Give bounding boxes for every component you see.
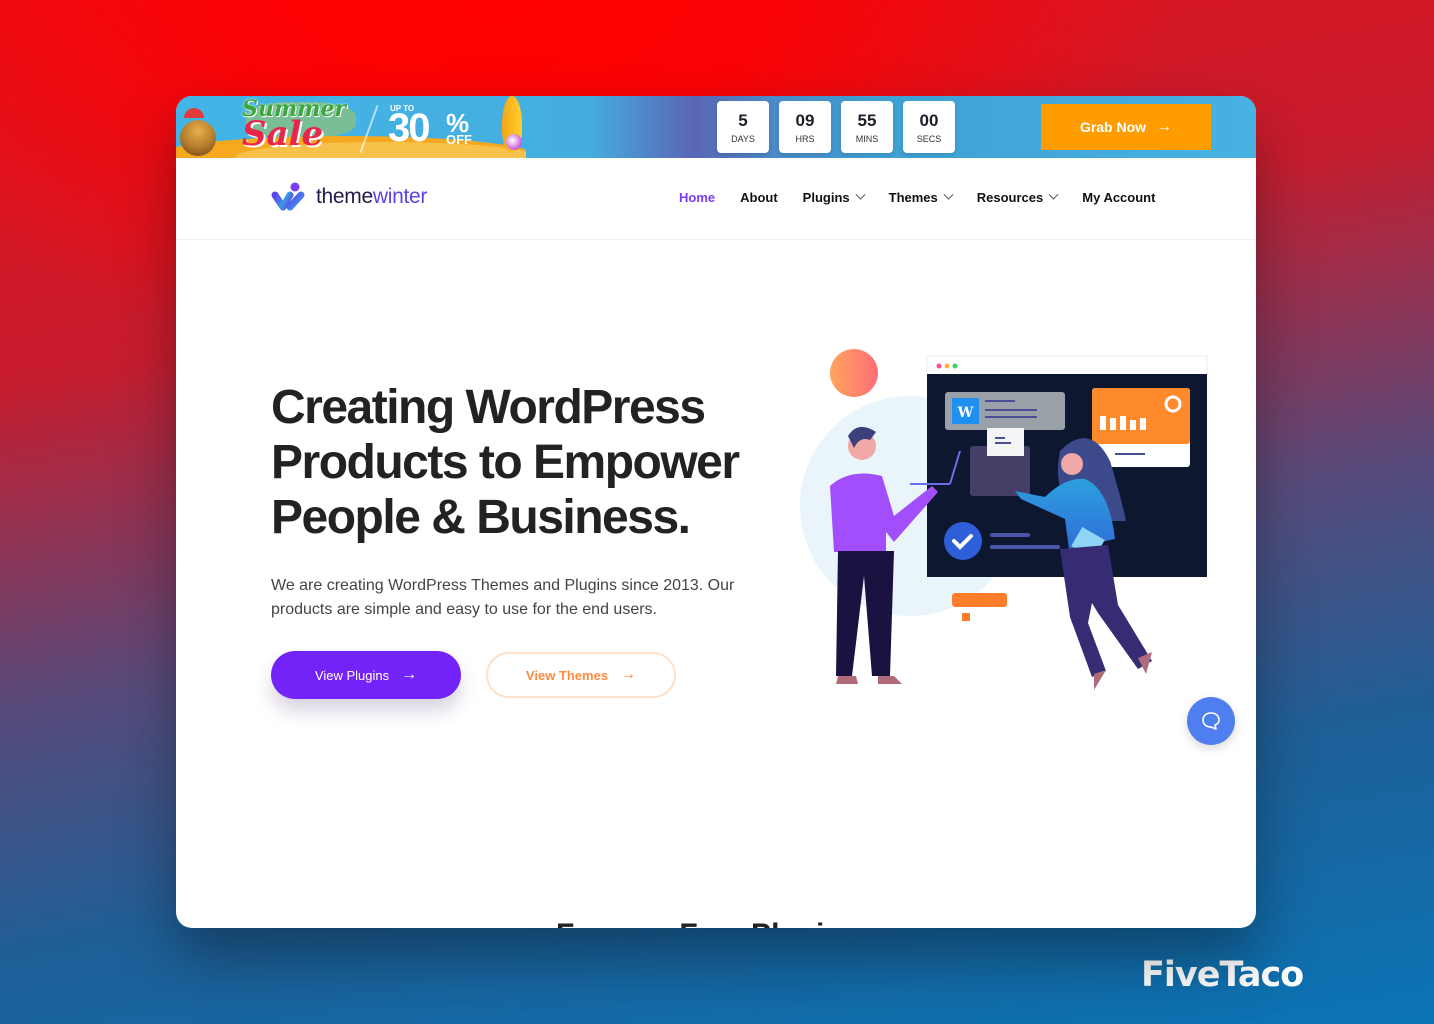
site-logo[interactable]: themewinter <box>270 182 427 212</box>
arrow-right-icon: → <box>620 666 637 683</box>
nav-plugins[interactable]: Plugins <box>802 189 866 205</box>
view-themes-label: View Themes <box>525 667 609 683</box>
browser-window: Summer Sale UP TO 30 % OFF 5 DAYS 09 HRS… <box>176 96 1256 928</box>
countdown-value: 00 <box>919 110 939 130</box>
off-label: OFF <box>446 132 472 147</box>
nav-label: Resources <box>976 190 1044 205</box>
countdown-hours: 09 HRS <box>779 101 831 153</box>
sun-circle <box>830 349 878 397</box>
chevron-down-icon <box>855 189 866 200</box>
chat-bubble-icon <box>1202 712 1220 730</box>
promo-banner: Summer Sale UP TO 30 % OFF 5 DAYS 09 HRS… <box>176 96 1256 158</box>
grab-now-button[interactable]: Grab Now → <box>1041 104 1211 150</box>
window-titlebar <box>926 355 1208 377</box>
countdown-value: 09 <box>795 110 815 130</box>
nav-my-account[interactable]: My Account <box>1082 190 1155 205</box>
countdown-minutes: 55 MINS <box>841 101 893 153</box>
svg-text:W: W <box>957 405 974 421</box>
nav-resources[interactable]: Resources <box>976 189 1059 205</box>
hero-illustration: W <box>800 349 1208 690</box>
view-plugins-label: View Plugins <box>314 667 390 683</box>
countdown-days: 5 DAYS <box>717 101 769 153</box>
nav-about[interactable]: About <box>740 190 778 205</box>
nav-themes[interactable]: Themes <box>888 189 954 205</box>
logo-text-winter: winter <box>372 185 428 208</box>
nav-label: Plugins <box>802 190 850 205</box>
umbrella-icon <box>184 108 204 118</box>
countdown-seconds: 00 SECS <box>903 101 955 153</box>
countdown-label: SECS <box>916 133 942 144</box>
next-section-heading: Famous Free Plugins <box>556 918 859 928</box>
countdown-label: DAYS <box>731 133 755 144</box>
discount-value: 30 <box>388 106 430 150</box>
chevron-down-icon <box>943 189 954 200</box>
hero-title: Creating WordPress Products to Empower P… <box>271 381 740 544</box>
site-header: themewinter Home About Plugins Themes Re… <box>176 158 1256 240</box>
main-nav: Home About Plugins Themes Resources My A… <box>679 189 1155 205</box>
hero-description: We are creating WordPress Themes and Plu… <box>271 577 735 618</box>
countdown-value: 5 <box>738 110 748 130</box>
watermark-logo: FiveTaco <box>1141 955 1304 995</box>
beach-ball-icon <box>506 134 522 150</box>
nav-label: My Account <box>1082 190 1156 205</box>
arrow-right-icon: → <box>1156 118 1173 135</box>
nav-label: Home <box>679 190 716 205</box>
chevron-down-icon <box>1048 189 1059 200</box>
arrow-right-icon: → <box>401 666 418 683</box>
sale-text: Sale <box>242 114 324 154</box>
themewinter-logo-icon <box>271 182 305 211</box>
check-circle-icon <box>944 522 982 560</box>
nav-label: Themes <box>888 190 938 205</box>
logo-wordmark: themewinter <box>316 185 427 209</box>
summer-sale-artwork: Summer Sale UP TO 30 % OFF <box>176 96 526 158</box>
countdown-value: 55 <box>857 110 877 130</box>
countdown-label: HRS <box>795 133 815 144</box>
coconut-drink-icon <box>180 120 216 156</box>
view-themes-button[interactable]: View Themes → <box>486 652 676 698</box>
countdown-label: MINS <box>855 133 879 144</box>
logo-text-theme: theme <box>316 185 373 208</box>
countdown-timer: 5 DAYS 09 HRS 55 MINS 00 SECS <box>717 101 955 153</box>
nav-home[interactable]: Home <box>679 190 715 205</box>
nav-label: About <box>740 190 778 205</box>
view-plugins-button[interactable]: View Plugins → <box>271 651 461 699</box>
grab-now-label: Grab Now <box>1079 119 1147 135</box>
chat-button[interactable] <box>1187 697 1235 745</box>
